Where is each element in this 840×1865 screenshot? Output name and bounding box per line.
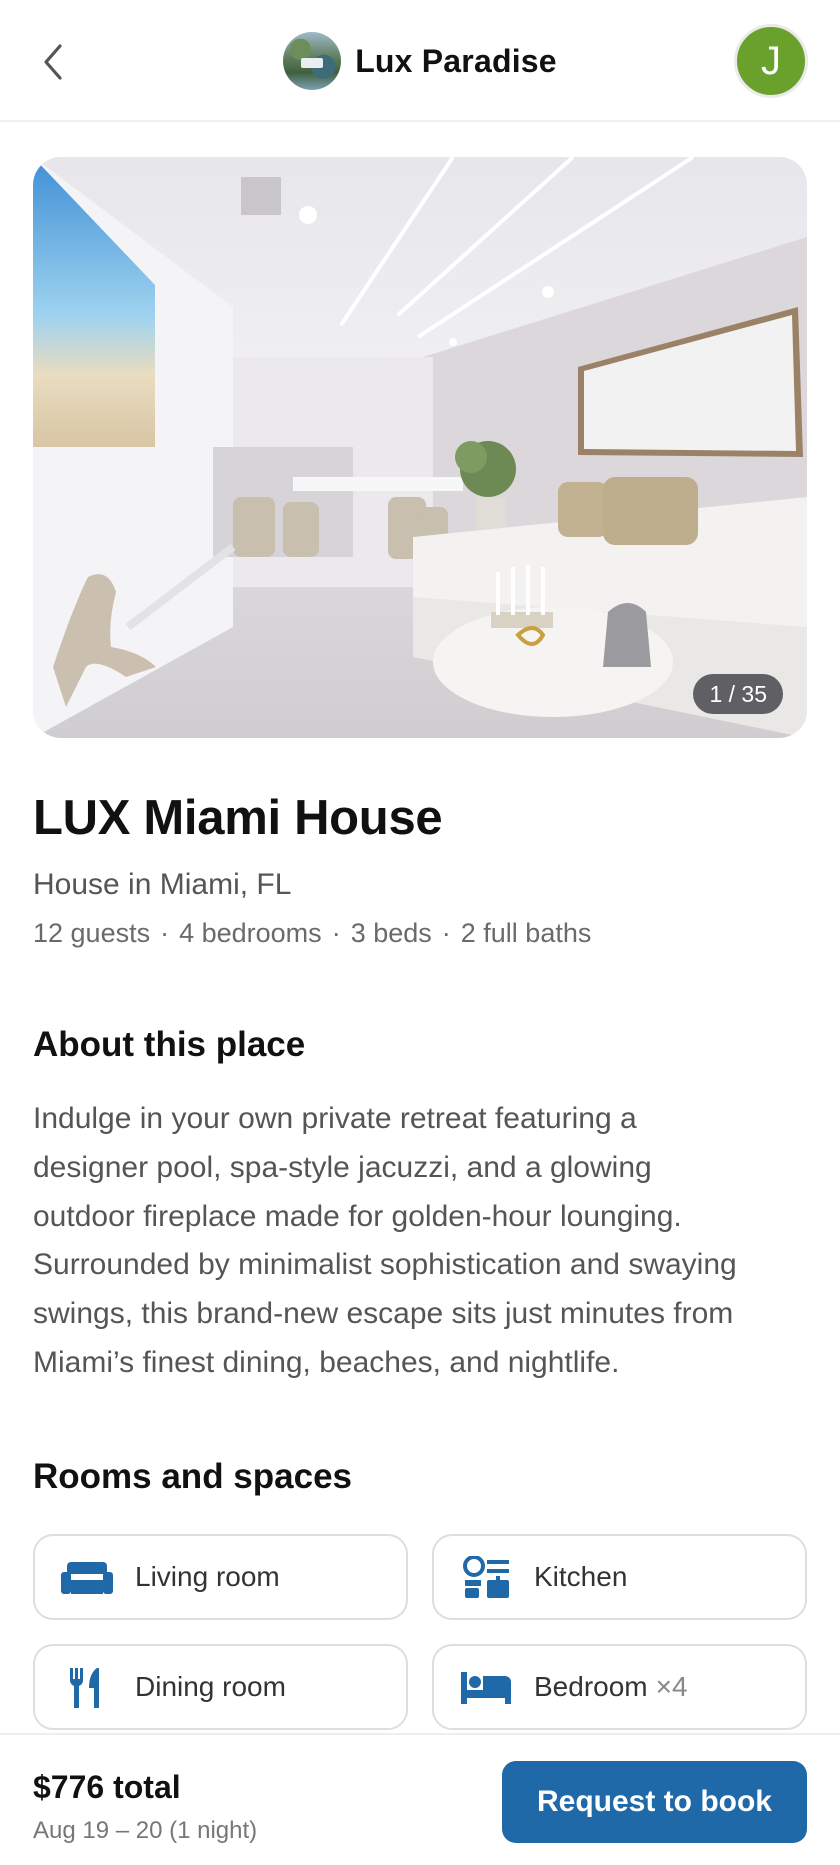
listing-capacity: 12 guests · 4 bedrooms · 3 beds · 2 full… xyxy=(33,918,591,949)
listing-location: House in Miami, FL xyxy=(33,868,292,901)
room-count: ×4 xyxy=(655,1671,688,1702)
room-card-dining-room[interactable]: Dining room xyxy=(33,1644,408,1730)
request-to-book-button[interactable]: Request to book xyxy=(502,1761,807,1843)
guests-count: 12 guests xyxy=(33,918,151,948)
room-label-text: Bedroom xyxy=(534,1671,648,1702)
kitchen-icon xyxy=(460,1556,512,1600)
baths-count: 2 full baths xyxy=(460,918,592,948)
room-label: Dining room xyxy=(135,1671,286,1702)
about-line: swings, this brand-new escape sits just … xyxy=(33,1297,734,1331)
rooms-heading: Rooms and spaces xyxy=(33,1457,352,1496)
living-room-photo xyxy=(33,157,807,738)
total-price: $776 total xyxy=(33,1769,181,1805)
room-card-bedroom[interactable]: Bedroom ×4 xyxy=(432,1644,807,1730)
room-card-living-room[interactable]: Living room xyxy=(33,1534,408,1620)
room-label: Kitchen xyxy=(534,1561,628,1592)
brand-logo xyxy=(283,32,342,90)
stay-dates[interactable]: Aug 19 – 20 (1 night) xyxy=(33,1817,257,1845)
about-heading: About this place xyxy=(33,1025,306,1064)
about-line: Surrounded by minimalist sophistication … xyxy=(33,1248,737,1282)
fork-knife-icon xyxy=(61,1666,113,1710)
photo-counter-badge: 1 / 35 xyxy=(693,674,783,714)
about-line: Indulge in your own private retreat feat… xyxy=(33,1102,637,1135)
meta-separator: · xyxy=(160,918,170,948)
booking-bar: $776 total Aug 19 – 20 (1 night) Request… xyxy=(0,1733,840,1865)
room-card-kitchen[interactable]: Kitchen xyxy=(432,1534,807,1620)
meta-separator: · xyxy=(331,918,341,948)
listing-photo[interactable]: 1 / 35 xyxy=(33,157,807,738)
about-line: designer pool, spa-style jacuzzi, and a … xyxy=(33,1150,652,1184)
top-bar: Lux Paradise J xyxy=(0,0,840,122)
brand-name: Lux Paradise xyxy=(355,42,557,79)
brand[interactable]: Lux Paradise xyxy=(0,30,840,92)
listing-title: LUX Miami House xyxy=(33,791,443,845)
room-label: Living room xyxy=(135,1561,280,1592)
beds-count: 3 beds xyxy=(350,918,432,948)
about-description: Indulge in your own private retreat feat… xyxy=(33,1095,813,1388)
sofa-icon xyxy=(61,1556,113,1600)
bed-icon xyxy=(460,1666,512,1710)
about-line: outdoor fireplace made for golden-hour l… xyxy=(33,1199,682,1233)
bedrooms-count: 4 bedrooms xyxy=(179,918,322,948)
about-line: Miami’s finest dining, beaches, and nigh… xyxy=(33,1345,620,1379)
user-avatar[interactable]: J xyxy=(734,24,808,98)
room-label: Bedroom ×4 xyxy=(534,1671,688,1703)
meta-separator: · xyxy=(441,918,451,948)
